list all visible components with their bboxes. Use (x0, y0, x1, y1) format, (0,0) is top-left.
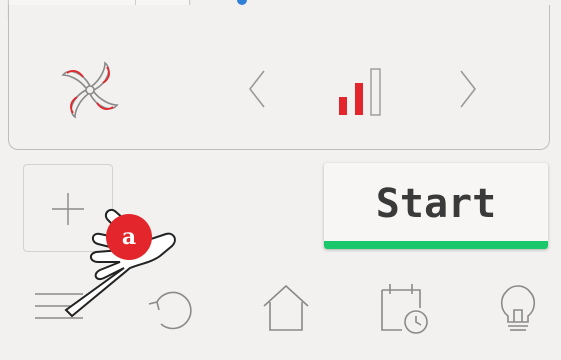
speed-bar-1 (339, 97, 347, 115)
chevron-left-icon[interactable] (246, 67, 268, 111)
speed-bar-2 (355, 83, 363, 115)
timer-icon[interactable] (376, 280, 432, 336)
start-button[interactable]: Start (324, 163, 548, 249)
start-accent-bar (324, 241, 548, 249)
home-icon[interactable] (258, 280, 314, 336)
fan-speed-bars[interactable] (337, 67, 397, 117)
fan-icon (61, 61, 119, 119)
lightbulb-icon[interactable] (490, 280, 546, 336)
start-label: Start (375, 181, 497, 227)
chevron-right-icon[interactable] (457, 67, 479, 111)
speed-bar-3 (370, 68, 381, 116)
annotation-badge: a (106, 214, 152, 260)
fan-panel (8, 5, 550, 150)
